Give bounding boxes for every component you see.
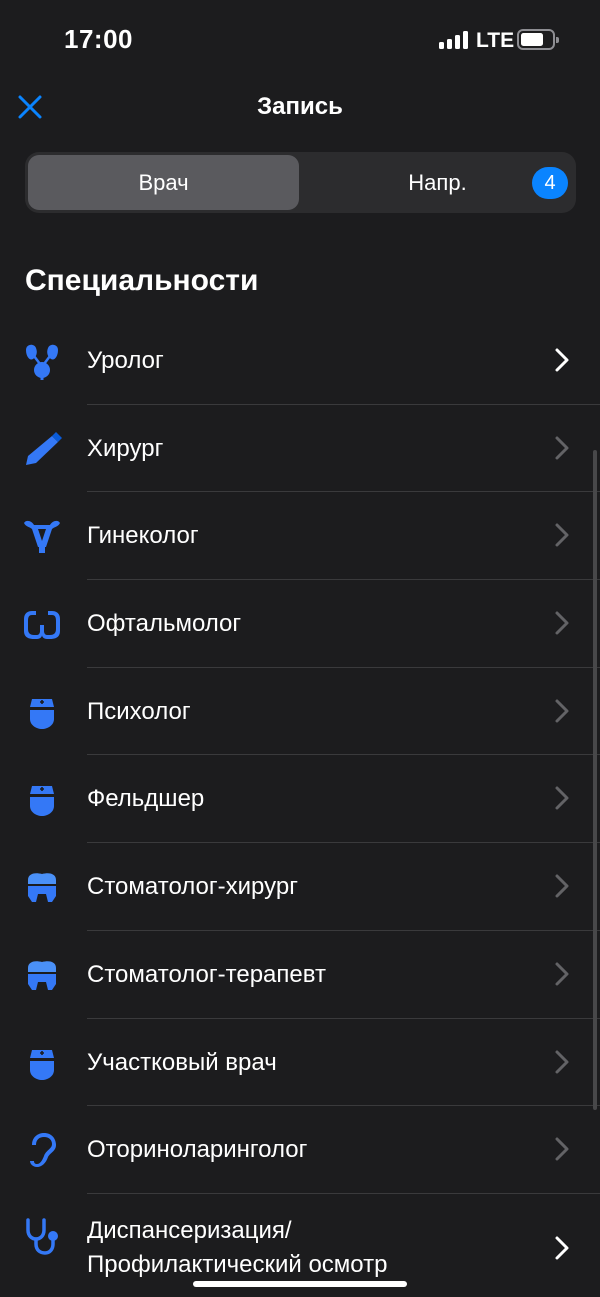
chevron-right-icon bbox=[555, 436, 569, 460]
specialties-list: Уролог Хирург Гинеколог Офтальмолог Псих… bbox=[0, 317, 600, 1297]
scrollbar[interactable] bbox=[593, 450, 597, 1110]
stethoscope-icon bbox=[26, 1218, 58, 1255]
list-item[interactable]: Гинеколог bbox=[0, 492, 600, 581]
chevron-right-icon bbox=[555, 1236, 569, 1260]
list-item-label: Фельдшер bbox=[87, 785, 205, 813]
list-item[interactable]: Психолог bbox=[0, 668, 600, 756]
chevron-right-icon bbox=[555, 348, 569, 372]
tooth-icon bbox=[28, 961, 56, 990]
chevron-right-icon bbox=[555, 962, 569, 986]
chevron-right-icon bbox=[555, 611, 569, 635]
scalpel-icon bbox=[26, 431, 62, 465]
nurse-icon bbox=[30, 786, 54, 817]
list-item[interactable]: Оториноларинголог bbox=[0, 1106, 600, 1194]
list-item-label: Участковый врач bbox=[87, 1048, 277, 1076]
list-item-label: Офтальмолог bbox=[87, 610, 242, 638]
signal-icon bbox=[439, 31, 469, 49]
ear-icon bbox=[30, 1133, 56, 1168]
section-title: Специальности bbox=[25, 264, 259, 297]
chevron-right-icon bbox=[555, 1050, 569, 1073]
list-item-label: Уролог bbox=[87, 347, 164, 374]
tooth-icon bbox=[28, 873, 56, 903]
uterus-icon bbox=[24, 521, 60, 554]
chevron-right-icon bbox=[555, 1137, 569, 1161]
status-time: 17:00 bbox=[64, 24, 133, 54]
list-item-label: Хирург bbox=[87, 434, 164, 462]
segmented-control: Врач Напр. bbox=[25, 152, 576, 213]
list-item-label: Стоматолог-хирург bbox=[87, 873, 298, 901]
chevron-right-icon bbox=[555, 523, 569, 547]
referrals-count-badge: 4 bbox=[532, 167, 568, 199]
list-item[interactable]: Стоматолог-хирург bbox=[0, 843, 600, 931]
kidneys-icon bbox=[26, 344, 58, 380]
network-type: LTE bbox=[476, 29, 515, 52]
chevron-right-icon bbox=[555, 874, 569, 898]
tab-doctor[interactable]: Врач bbox=[28, 155, 299, 210]
chevron-right-icon bbox=[555, 699, 569, 723]
list-item[interactable]: Фельдшер bbox=[0, 755, 600, 844]
list-item-label: Оториноларинголог bbox=[87, 1136, 308, 1164]
glasses-icon bbox=[24, 611, 60, 640]
list-item-label: Психолог bbox=[87, 697, 191, 725]
nurse-icon bbox=[30, 698, 54, 729]
list-item[interactable]: Офтальмолог bbox=[0, 580, 600, 668]
chevron-right-icon bbox=[555, 786, 569, 810]
status-bar: 17:00 LTE bbox=[0, 0, 600, 80]
list-item-label: Диспансеризация/ Профилактический осмотр bbox=[87, 1216, 388, 1278]
list-item-label: Стоматолог-терапевт bbox=[87, 960, 326, 988]
list-item[interactable]: Стоматолог-терапевт bbox=[0, 931, 600, 1019]
nurse-icon bbox=[30, 1049, 54, 1080]
list-item[interactable]: Уролог bbox=[0, 317, 600, 405]
page-title: Запись bbox=[257, 93, 343, 120]
home-indicator bbox=[193, 1281, 407, 1287]
list-item[interactable]: Хирург bbox=[0, 405, 600, 493]
list-item-label: Гинеколог bbox=[87, 522, 199, 550]
list-item[interactable]: Участковый врач bbox=[0, 1019, 600, 1107]
battery-icon bbox=[517, 29, 559, 50]
nav-bar: Запись bbox=[0, 80, 600, 134]
